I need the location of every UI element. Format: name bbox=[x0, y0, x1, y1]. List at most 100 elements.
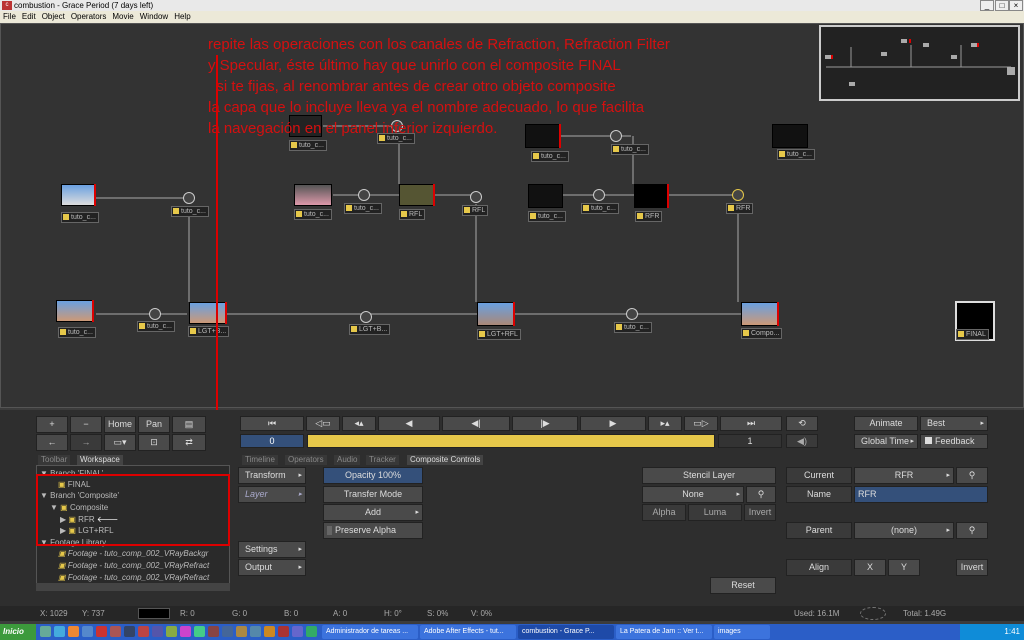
parent-pick-icon[interactable]: ⚲ bbox=[956, 522, 988, 539]
play-reverse-icon[interactable]: ◀ bbox=[378, 416, 440, 431]
menu-object[interactable]: Object bbox=[39, 11, 68, 23]
tab-audio[interactable]: Audio bbox=[334, 455, 361, 465]
zoom-out-button[interactable]: − bbox=[70, 416, 102, 433]
node-label[interactable]: tuto_c... bbox=[294, 209, 332, 220]
link-icon[interactable]: ⇄ bbox=[172, 434, 206, 451]
quicklaunch-icon[interactable] bbox=[54, 626, 65, 637]
quicklaunch-icon[interactable] bbox=[124, 626, 135, 637]
reset-button[interactable]: Reset bbox=[710, 577, 776, 594]
preserve-alpha-toggle[interactable]: Preserve Alpha bbox=[323, 522, 423, 539]
frame-start-field[interactable]: 0 bbox=[240, 434, 304, 448]
quicklaunch-icon[interactable] bbox=[278, 626, 289, 637]
pipe-label[interactable]: LGT+B... bbox=[349, 324, 391, 335]
name-field[interactable]: RFR bbox=[854, 486, 988, 503]
pipe-label[interactable]: tuto_c... bbox=[137, 321, 175, 332]
pipe-label[interactable]: tuto_c... bbox=[171, 206, 209, 217]
feedback-toggle[interactable]: Feedback bbox=[920, 434, 988, 449]
pipe-circle[interactable] bbox=[470, 191, 482, 203]
pick-whip-icon[interactable]: ⚲ bbox=[746, 486, 776, 503]
zoom-in-button[interactable]: + bbox=[36, 416, 68, 433]
quicklaunch-icon[interactable] bbox=[180, 626, 191, 637]
footage-node[interactable] bbox=[56, 300, 94, 322]
quicklaunch-icon[interactable] bbox=[138, 626, 149, 637]
node-label[interactable]: tuto_c... bbox=[61, 212, 99, 223]
pipe-label[interactable]: RFR bbox=[726, 203, 754, 214]
node-label[interactable]: tuto_c... bbox=[58, 327, 96, 338]
book-icon[interactable]: ▤ bbox=[172, 416, 206, 433]
quicklaunch-icon[interactable] bbox=[166, 626, 177, 637]
fit-icon[interactable]: ⊡ bbox=[138, 434, 170, 451]
quicklaunch-icon[interactable] bbox=[306, 626, 317, 637]
frame-end-field[interactable]: 1 bbox=[718, 434, 782, 448]
task-item[interactable]: images bbox=[714, 625, 770, 639]
operator-node[interactable] bbox=[634, 184, 669, 208]
composite-node[interactable] bbox=[477, 302, 515, 326]
pipe-circle[interactable] bbox=[149, 308, 161, 320]
step-back-icon[interactable]: ◀| bbox=[442, 416, 510, 431]
tree-item-footage[interactable]: ▣ Footage - tuto_comp_002_VRayRefract bbox=[58, 572, 228, 583]
pan-button[interactable]: Pan bbox=[138, 416, 170, 433]
feedback-checkbox-icon[interactable] bbox=[925, 437, 932, 444]
audio-icon[interactable]: ◀) bbox=[786, 434, 818, 448]
first-frame-icon[interactable]: ⏮ bbox=[240, 416, 304, 431]
transfer-mode-button[interactable]: Transfer Mode bbox=[323, 486, 423, 503]
pipe-circle[interactable] bbox=[358, 189, 370, 201]
node-label[interactable]: LGT+RFL bbox=[477, 329, 521, 340]
play-icon[interactable]: ▶ bbox=[580, 416, 646, 431]
align-y-button[interactable]: Y bbox=[888, 559, 920, 576]
step-forward-icon[interactable]: |▶ bbox=[512, 416, 578, 431]
tree-item-footage[interactable]: ▣ Footage - tuto_comp_002_VRayRefract bbox=[58, 560, 228, 571]
quicklaunch-icon[interactable] bbox=[40, 626, 51, 637]
tab-composite-controls[interactable]: Composite Controls bbox=[407, 455, 484, 465]
quicklaunch-icon[interactable] bbox=[250, 626, 261, 637]
quality-select[interactable]: Best bbox=[920, 416, 988, 431]
next-key-icon[interactable]: ▭▷ bbox=[684, 416, 718, 431]
footage-node[interactable] bbox=[528, 184, 563, 208]
quicklaunch-icon[interactable] bbox=[194, 626, 205, 637]
stencil-select[interactable]: None bbox=[642, 486, 744, 503]
quicklaunch-icon[interactable] bbox=[152, 626, 163, 637]
pipe-label[interactable]: tuto_c... bbox=[614, 322, 652, 333]
quicklaunch-icon[interactable] bbox=[264, 626, 275, 637]
loop-icon[interactable]: ⟲ bbox=[786, 416, 818, 431]
pipe-circle[interactable] bbox=[360, 311, 372, 323]
view-mode-icon[interactable]: ▭▾ bbox=[104, 434, 136, 451]
task-item[interactable]: La Patera de Jam :: Ver t... bbox=[616, 625, 712, 639]
task-item-active[interactable]: combustion - Grace P... bbox=[518, 625, 614, 639]
node-label[interactable]: RFL bbox=[399, 209, 426, 220]
opacity-field[interactable]: Opacity 100% bbox=[323, 467, 423, 484]
global-time-select[interactable]: Global Time bbox=[854, 434, 918, 449]
node-label[interactable]: Compo... bbox=[741, 328, 783, 339]
pipe-circle[interactable] bbox=[593, 189, 605, 201]
next-marker-icon[interactable]: ▸▴ bbox=[648, 416, 682, 431]
menu-file[interactable]: File bbox=[0, 11, 19, 23]
forward-arrow-icon[interactable]: → bbox=[70, 434, 102, 451]
current-layer-select[interactable]: RFR bbox=[854, 467, 954, 484]
output-button[interactable]: Output bbox=[238, 559, 306, 576]
tab-tracker[interactable]: Tracker bbox=[366, 455, 399, 465]
settings-button[interactable]: Settings bbox=[238, 541, 306, 558]
tree-item-footage[interactable]: ▣ Footage - tuto_comp_002_VRayBackgr bbox=[58, 548, 228, 559]
pipe-label[interactable]: tuto_c... bbox=[344, 203, 382, 214]
alpha-button[interactable]: Alpha bbox=[642, 504, 686, 521]
parent-select[interactable]: (none) bbox=[854, 522, 954, 539]
quicklaunch-icon[interactable] bbox=[292, 626, 303, 637]
quicklaunch-icon[interactable] bbox=[222, 626, 233, 637]
node-label[interactable]: tuto_c... bbox=[531, 151, 569, 162]
transform-button[interactable]: Transform bbox=[238, 467, 306, 484]
prev-key-icon[interactable]: ◁▭ bbox=[306, 416, 340, 431]
menu-help[interactable]: Help bbox=[171, 11, 193, 23]
last-frame-icon[interactable]: ⏭ bbox=[720, 416, 782, 431]
menu-window[interactable]: Window bbox=[137, 11, 171, 23]
checkbox-icon[interactable] bbox=[327, 526, 332, 536]
quicklaunch-icon[interactable] bbox=[208, 626, 219, 637]
menu-movie[interactable]: Movie bbox=[109, 11, 136, 23]
task-item[interactable]: Administrador de tareas ... bbox=[322, 625, 418, 639]
back-arrow-icon[interactable]: ← bbox=[36, 434, 68, 451]
pipe-label[interactable]: tuto_c... bbox=[611, 144, 649, 155]
node-label[interactable]: tuto_c... bbox=[289, 140, 327, 151]
browser-icon[interactable] bbox=[68, 626, 79, 637]
quicklaunch-icon[interactable] bbox=[82, 626, 93, 637]
menu-operators[interactable]: Operators bbox=[68, 11, 110, 23]
footage-node[interactable] bbox=[294, 184, 332, 206]
